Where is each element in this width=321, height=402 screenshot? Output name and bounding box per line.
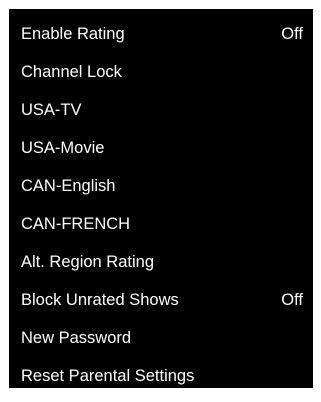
menu-item-reset-parental-settings[interactable]: Reset Parental Settings <box>9 364 313 402</box>
menu-item-label: USA-Movie <box>21 139 105 157</box>
menu-item-usa-movie[interactable]: USA-Movie <box>9 136 313 174</box>
menu-item-can-french[interactable]: CAN-FRENCH <box>9 212 313 250</box>
menu-item-label: Reset Parental Settings <box>21 367 195 385</box>
menu-item-label: Channel Lock <box>21 63 122 81</box>
menu-item-label: New Password <box>21 329 132 347</box>
menu-item-alt-region-rating[interactable]: Alt. Region Rating <box>9 250 313 288</box>
menu-item-label: CAN-FRENCH <box>21 215 131 233</box>
menu-item-channel-lock[interactable]: Channel Lock <box>9 60 313 98</box>
menu-item-value: Off <box>281 291 303 309</box>
menu-item-label: Block Unrated Shows <box>21 291 179 309</box>
menu-item-label: CAN-English <box>21 177 116 195</box>
menu-item-label: Enable Rating <box>21 25 125 43</box>
menu-item-new-password[interactable]: New Password <box>9 326 313 364</box>
menu-item-label: USA-TV <box>21 101 82 119</box>
parental-settings-menu: Enable Rating Off Channel Lock USA-TV US… <box>9 9 313 388</box>
menu-item-can-english[interactable]: CAN-English <box>9 174 313 212</box>
menu-item-enable-rating[interactable]: Enable Rating Off <box>9 22 313 60</box>
menu-item-block-unrated-shows[interactable]: Block Unrated Shows Off <box>9 288 313 326</box>
menu-item-usa-tv[interactable]: USA-TV <box>9 98 313 136</box>
menu-item-label: Alt. Region Rating <box>21 253 154 271</box>
menu-item-value: Off <box>281 25 303 43</box>
